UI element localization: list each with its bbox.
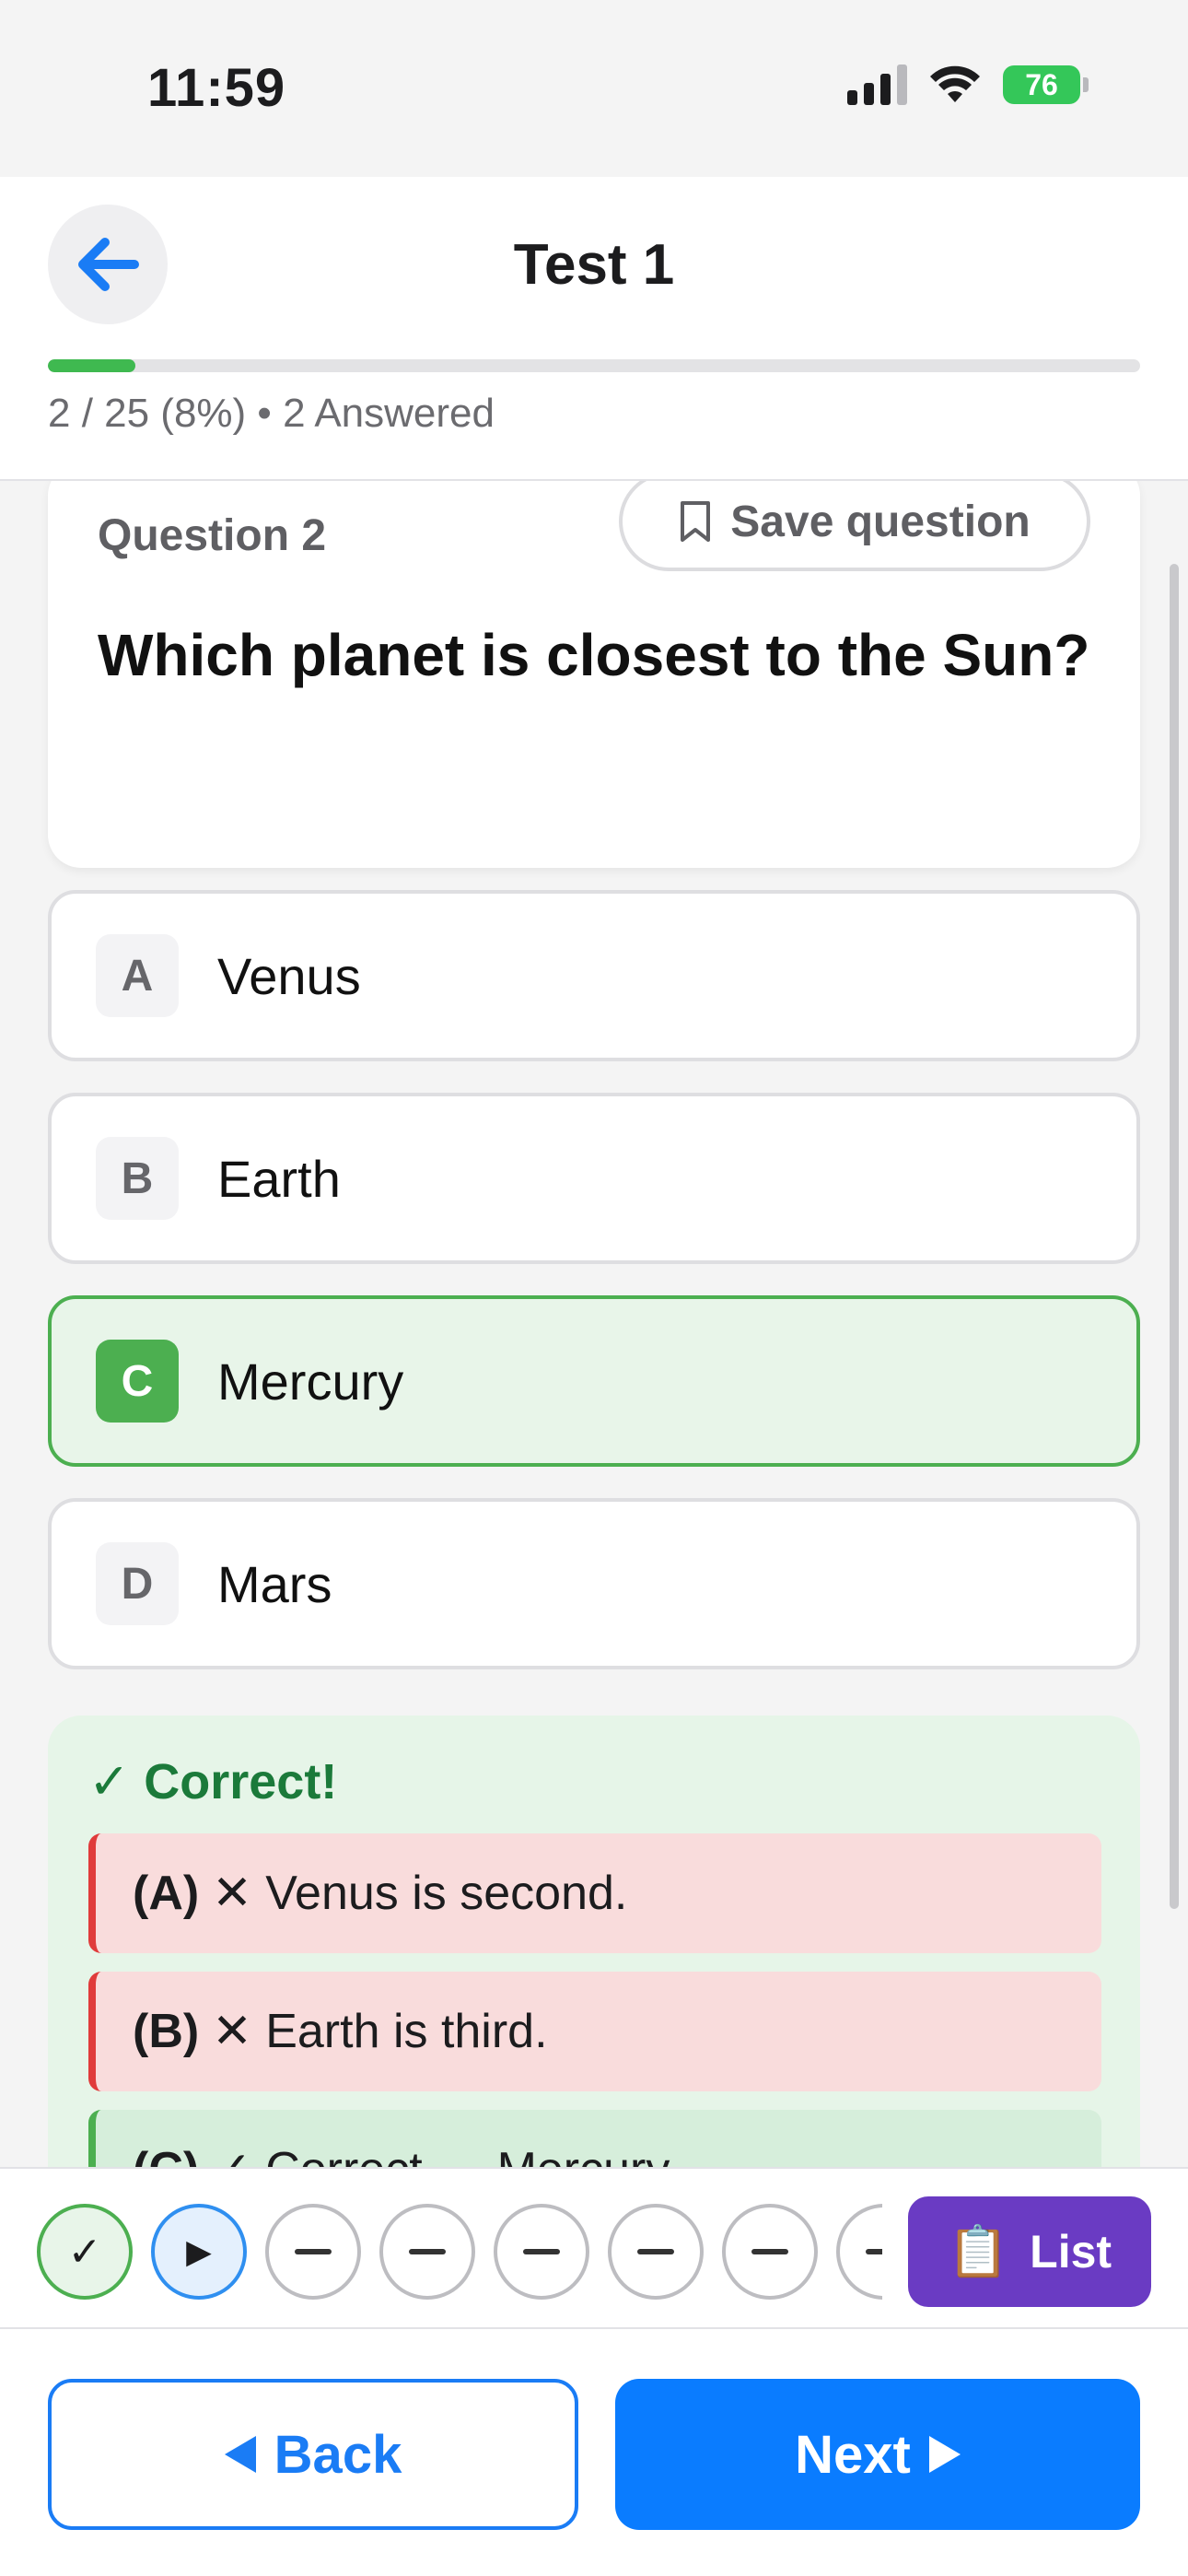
question-dot-5[interactable] bbox=[494, 2204, 589, 2300]
list-button[interactable]: 📋 List bbox=[908, 2196, 1151, 2307]
feedback-title: ✓ Correct! bbox=[88, 1754, 338, 1809]
cellular-signal-icon bbox=[847, 64, 907, 105]
header: Test 1 2 / 25 (8%) • 2 Answered bbox=[0, 177, 1188, 481]
question-scroll-area[interactable]: Question 2 Save question Which planet is… bbox=[0, 481, 1188, 2167]
feedback-tag: (A) bbox=[133, 1867, 200, 1920]
question-dot-8[interactable] bbox=[836, 2204, 882, 2300]
footer: Back Next bbox=[0, 2329, 1188, 2576]
dash-icon bbox=[523, 2249, 560, 2254]
feedback-tag: (B) bbox=[133, 2005, 200, 2058]
dash-icon bbox=[409, 2249, 446, 2254]
progress-fill bbox=[48, 359, 135, 372]
bookmark-icon bbox=[681, 501, 711, 542]
option-a[interactable]: A Venus bbox=[48, 890, 1140, 1061]
option-letter: A bbox=[96, 934, 179, 1017]
option-d[interactable]: D Mars bbox=[48, 1498, 1140, 1669]
feedback-text: ✕ Venus is second. bbox=[212, 1867, 628, 1920]
question-dot-7[interactable] bbox=[722, 2204, 818, 2300]
list-label: List bbox=[1030, 2226, 1112, 2277]
dash-icon bbox=[295, 2249, 332, 2254]
dash-icon bbox=[866, 2249, 882, 2254]
next-label: Next bbox=[795, 2424, 911, 2485]
battery-icon: 76 bbox=[1003, 65, 1089, 104]
option-c[interactable]: C Mercury bbox=[48, 1295, 1140, 1467]
option-text: Venus bbox=[217, 946, 361, 1005]
check-icon: ✓ bbox=[67, 2229, 102, 2275]
feedback-item: (C) ✓ Correct — Mercury bbox=[88, 2110, 1101, 2167]
clipboard-icon: 📋 bbox=[947, 2223, 1010, 2279]
progress-text: 2 / 25 (8%) • 2 Answered bbox=[48, 391, 495, 436]
save-question-button[interactable]: Save question bbox=[619, 481, 1090, 571]
option-letter: D bbox=[96, 1542, 179, 1625]
feedback-text: ✓ Correct — Mercury bbox=[212, 2142, 670, 2167]
option-text: Mercury bbox=[217, 1352, 404, 1411]
question-number: Question 2 bbox=[98, 511, 327, 560]
question-dot-4[interactable] bbox=[379, 2204, 475, 2300]
progress-bar bbox=[48, 359, 1140, 372]
feedback-tag: (C) bbox=[133, 2142, 199, 2167]
option-b[interactable]: B Earth bbox=[48, 1093, 1140, 1264]
play-icon: ▶ bbox=[186, 2232, 212, 2270]
option-text: Mars bbox=[217, 1554, 332, 1613]
answer-feedback: ✓ Correct! (A) ✕ Venus is second. (B) ✕ … bbox=[48, 1715, 1140, 2167]
back-button[interactable]: Back bbox=[48, 2379, 578, 2530]
scrollbar[interactable] bbox=[1170, 564, 1179, 1909]
question-text: Which planet is closest to the Sun? bbox=[98, 622, 1090, 688]
status-bar: 11:59 76 bbox=[0, 0, 1188, 177]
status-icons: 76 bbox=[847, 64, 1089, 105]
triangle-left-icon bbox=[224, 2436, 256, 2473]
dash-icon bbox=[751, 2249, 788, 2254]
feedback-item: (B) ✕ Earth is third. bbox=[88, 1972, 1101, 2091]
feedback-item: (A) ✕ Venus is second. bbox=[88, 1833, 1101, 1953]
question-dot-1[interactable]: ✓ bbox=[37, 2204, 133, 2300]
option-letter: C bbox=[96, 1340, 179, 1423]
triangle-right-icon bbox=[928, 2436, 961, 2473]
question-dot-6[interactable] bbox=[608, 2204, 704, 2300]
feedback-text: ✕ Earth is third. bbox=[212, 2005, 548, 2058]
question-navigator: ✓ ▶ 📋 List bbox=[0, 2167, 1188, 2329]
option-letter: B bbox=[96, 1137, 179, 1220]
question-dot-strip[interactable]: ✓ ▶ bbox=[35, 2202, 882, 2301]
question-dot-3[interactable] bbox=[265, 2204, 361, 2300]
option-text: Earth bbox=[217, 1149, 341, 1208]
battery-level: 76 bbox=[1003, 65, 1080, 104]
question-card: Question 2 Save question Which planet is… bbox=[48, 481, 1140, 868]
back-label: Back bbox=[274, 2424, 402, 2485]
status-time: 11:59 bbox=[147, 58, 286, 118]
save-question-label: Save question bbox=[730, 497, 1031, 546]
question-dot-2[interactable]: ▶ bbox=[151, 2204, 247, 2300]
wifi-icon bbox=[930, 65, 980, 102]
dash-icon bbox=[637, 2249, 674, 2254]
page-title: Test 1 bbox=[513, 233, 675, 297]
next-button[interactable]: Next bbox=[615, 2379, 1140, 2530]
